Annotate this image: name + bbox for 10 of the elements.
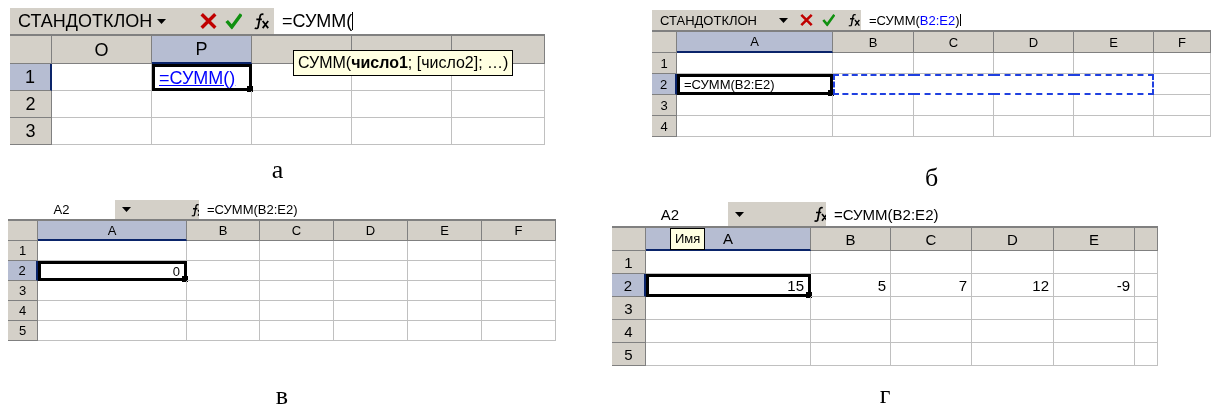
table-cell: 5	[811, 274, 891, 297]
tooltip: СУММ(число1; [число2]; …)	[293, 50, 514, 76]
figure-caption: г	[879, 382, 891, 408]
table-cell: 12	[972, 274, 1054, 297]
figure-caption: а	[271, 157, 284, 183]
tooltip: Имя	[670, 228, 706, 251]
table-cell: 7	[891, 274, 972, 297]
figure-caption: в	[275, 383, 289, 409]
table-cell: -9	[1054, 274, 1135, 297]
figure-caption: б	[924, 165, 939, 191]
